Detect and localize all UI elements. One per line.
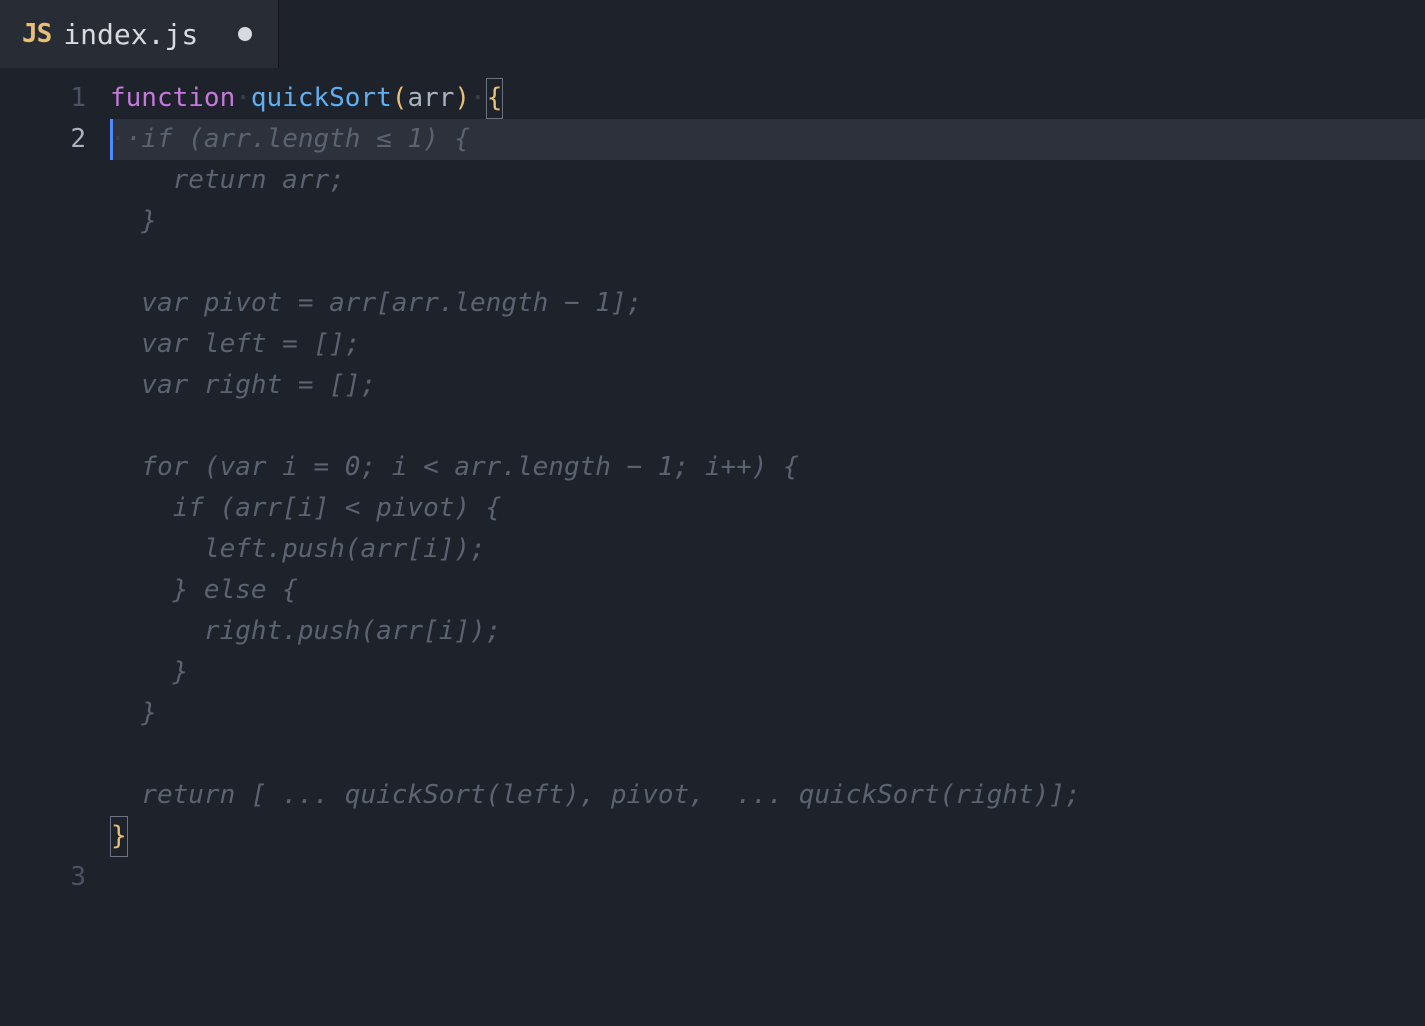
ghost-suggestion-line[interactable]: var left = []; [110,324,1425,365]
brace-open-matched: { [486,78,504,119]
paren-close: ) [454,78,470,119]
tab-index-js[interactable]: JS index.js [0,0,279,68]
code-lines: function·quickSort(arr)·{ ··if (arr.leng… [110,78,1425,857]
ghost-suggestion-line[interactable]: return [ ... quickSort(left), pivot, ...… [110,775,1425,816]
ghost-suggestion-line[interactable] [110,734,1425,775]
editor[interactable]: 1 2 3 function·quickSort(arr)·{ ··if (ar… [0,68,1425,1026]
ghost-suggestion-line[interactable]: if (arr[i] < pivot) { [110,488,1425,529]
gutter: 1 2 3 [0,78,110,1026]
line-number[interactable]: 2 [0,119,86,160]
ghost-suggestion-line[interactable] [110,406,1425,447]
line-number[interactable]: 1 [0,78,86,119]
code-line[interactable]: function·quickSort(arr)·{ [110,78,1425,119]
js-file-icon: JS [22,19,51,49]
code-area[interactable]: function·quickSort(arr)·{ ··if (arr.leng… [110,78,1425,1026]
ghost-suggestion-line[interactable]: return arr; [110,160,1425,201]
ghost-suggestion-line[interactable]: ·if (arr.length ≤ 1) { [126,119,470,160]
function-name: quickSort [251,78,392,119]
keyword-function: function [110,78,235,119]
tab-bar: JS index.js [0,0,1425,68]
whitespace-dot: · [235,78,251,119]
ghost-suggestion-line[interactable]: left.push(arr[i]); [110,529,1425,570]
ghost-suggestion-line[interactable]: right.push(arr[i]); [110,611,1425,652]
ghost-suggestion-line[interactable]: } [110,201,1425,242]
whitespace-dot: · [470,78,486,119]
ghost-suggestion-line[interactable]: var right = []; [110,365,1425,406]
ghost-suggestion-line[interactable]: } [110,693,1425,734]
code-line-active[interactable]: ··if (arr.length ≤ 1) { [110,119,1425,160]
ghost-suggestion-line[interactable] [110,242,1425,283]
modified-indicator-icon [238,27,252,41]
line-number-blank [0,160,86,857]
ghost-suggestion-line[interactable]: for (var i = 0; i < arr.length − 1; i++)… [110,447,1425,488]
code-line[interactable]: } [110,816,1425,857]
ghost-suggestion-line[interactable]: } else { [110,570,1425,611]
brace-close-matched: } [110,816,128,857]
tab-filename: index.js [63,18,198,51]
ghost-suggestion-line[interactable]: } [110,652,1425,693]
ghost-suggestion-line[interactable]: var pivot = arr[arr.length − 1]; [110,283,1425,324]
text-cursor [110,119,113,160]
param-name: arr [407,78,454,119]
line-number[interactable]: 3 [0,857,86,898]
paren-open: ( [392,78,408,119]
